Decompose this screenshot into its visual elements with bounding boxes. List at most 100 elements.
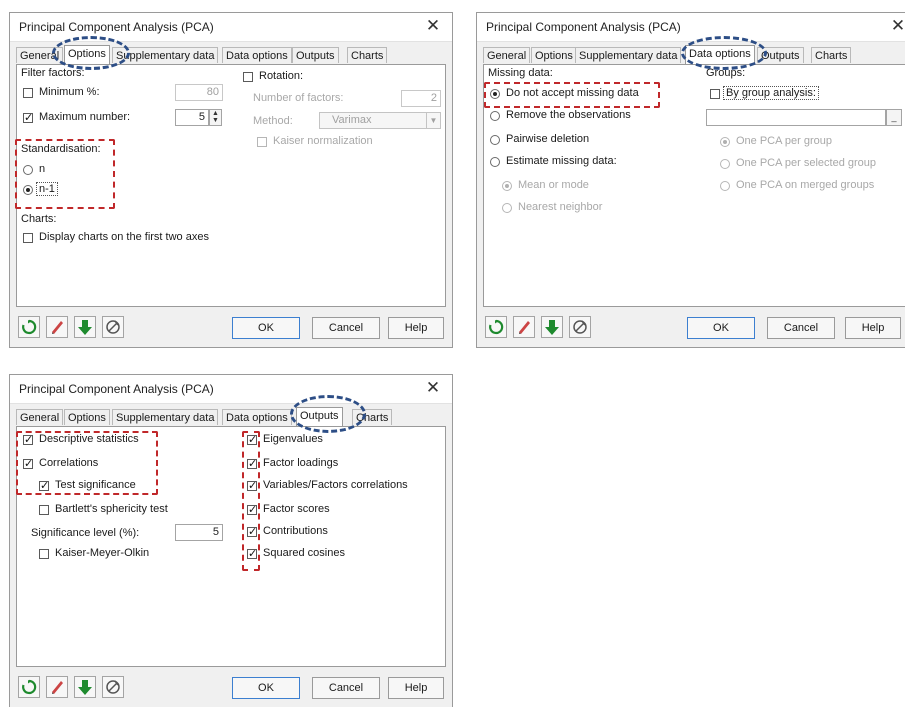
options-panel: Filter factors: Minimum %: 80 ✓ Maximum … (16, 65, 446, 307)
tab-options[interactable]: Options (64, 409, 110, 425)
one-pca-per-group-radio[interactable] (720, 137, 730, 147)
nearest-neighbor-label: Nearest neighbor (518, 201, 603, 213)
rotation-checkbox[interactable] (243, 72, 253, 82)
reset-icon (489, 319, 504, 335)
reset-button[interactable] (18, 316, 40, 338)
bartlett-checkbox[interactable] (39, 505, 49, 515)
dialog-footer: OK Cancel Help (483, 314, 905, 342)
eraser-button[interactable] (513, 316, 535, 338)
pairwise-deletion-radio[interactable] (490, 135, 500, 145)
std-n1-radio[interactable] (23, 185, 33, 195)
std-n-label: n (39, 163, 46, 175)
variables-factors-checkbox[interactable]: ✓ (247, 481, 257, 492)
one-pca-per-group-label: One PCA per group (736, 135, 833, 147)
one-pca-merged-radio[interactable] (720, 181, 730, 191)
estimate-missing-radio[interactable] (490, 157, 500, 167)
charts-label: Charts: (21, 213, 57, 225)
close-icon[interactable]: ✕ (424, 16, 442, 36)
maximum-number-checkbox[interactable]: ✓ (23, 113, 33, 124)
ok-button[interactable]: OK (232, 317, 300, 339)
tab-supplementary-data[interactable]: Supplementary data (112, 409, 219, 425)
cancel-selection-button[interactable] (102, 316, 124, 338)
contributions-label: Contributions (263, 525, 328, 537)
contributions-checkbox[interactable]: ✓ (247, 527, 257, 538)
tab-outputs[interactable]: Outputs (296, 407, 343, 426)
correlations-checkbox[interactable]: ✓ (23, 459, 33, 470)
tab-supplementary-data[interactable]: Supplementary data (575, 47, 682, 63)
number-of-factors-input[interactable]: 2 (401, 90, 441, 107)
download-icon (78, 320, 92, 335)
eigenvalues-checkbox[interactable]: ✓ (247, 435, 257, 446)
kaiser-normalization-checkbox[interactable] (257, 137, 267, 147)
ok-button[interactable]: OK (687, 317, 755, 339)
factor-scores-checkbox[interactable]: ✓ (247, 505, 257, 516)
significance-level-input[interactable]: 5 (175, 524, 223, 541)
download-button[interactable] (74, 316, 96, 338)
pairwise-deletion-label: Pairwise deletion (506, 133, 590, 145)
nearest-neighbor-radio[interactable] (502, 203, 512, 213)
by-group-checkbox[interactable] (710, 89, 720, 99)
ok-button[interactable]: OK (232, 677, 300, 699)
cancel-button[interactable]: Cancel (312, 317, 380, 339)
tab-options[interactable]: Options (64, 45, 110, 64)
tab-supplementary-data[interactable]: Supplementary data (112, 47, 219, 63)
tab-charts[interactable]: Charts (811, 47, 852, 63)
tab-data-options[interactable]: Data options (685, 45, 755, 64)
close-icon[interactable]: ✕ (424, 378, 442, 398)
tab-options[interactable]: Options (531, 47, 577, 63)
tab-general[interactable]: General (16, 409, 64, 425)
std-n-radio[interactable] (23, 165, 33, 175)
download-button[interactable] (74, 676, 96, 698)
descriptive-statistics-checkbox[interactable]: ✓ (23, 435, 33, 446)
method-select[interactable]: Varimax ▼ (319, 112, 441, 129)
remove-observations-radio[interactable] (490, 111, 500, 121)
test-significance-checkbox[interactable]: ✓ (39, 481, 49, 492)
title-bar: Principal Component Analysis (PCA) ✕ (477, 13, 905, 42)
reset-button[interactable] (18, 676, 40, 698)
kmo-checkbox[interactable] (39, 549, 49, 559)
tab-outputs[interactable]: Outputs (292, 47, 339, 63)
tab-charts[interactable]: Charts (352, 409, 393, 425)
close-icon[interactable]: ✕ (889, 16, 905, 36)
cancel-button[interactable]: Cancel (312, 677, 380, 699)
filter-factors-label: Filter factors: (21, 67, 85, 79)
range-select-button[interactable]: _ (886, 109, 902, 126)
groups-range-input[interactable] (706, 109, 886, 126)
download-button[interactable] (541, 316, 563, 338)
squared-cosines-checkbox[interactable]: ✓ (247, 549, 257, 560)
factor-loadings-checkbox[interactable]: ✓ (247, 459, 257, 470)
download-icon (78, 680, 92, 695)
cancel-selection-button[interactable] (569, 316, 591, 338)
eraser-button[interactable] (46, 676, 68, 698)
help-button[interactable]: Help (388, 677, 444, 699)
cancel-button[interactable]: Cancel (767, 317, 835, 339)
do-not-accept-radio[interactable] (490, 89, 500, 99)
one-pca-per-selected-group-radio[interactable] (720, 159, 730, 169)
reset-button[interactable] (485, 316, 507, 338)
mean-or-mode-label: Mean or mode (518, 179, 589, 191)
eraser-button[interactable] (46, 316, 68, 338)
method-value: Varimax (332, 114, 372, 126)
tab-charts[interactable]: Charts (347, 47, 388, 63)
cancel-selection-button[interactable] (102, 676, 124, 698)
maximum-number-spinner[interactable]: ▲ ▼ (209, 109, 222, 126)
mean-or-mode-radio[interactable] (502, 181, 512, 191)
minimum-pct-checkbox[interactable] (23, 88, 33, 98)
display-charts-checkbox[interactable] (23, 233, 33, 243)
minimum-pct-label: Minimum %: (39, 86, 100, 98)
tab-general[interactable]: General (16, 47, 64, 63)
help-button[interactable]: Help (388, 317, 444, 339)
help-button[interactable]: Help (845, 317, 901, 339)
tab-data-options[interactable]: Data options (222, 47, 292, 63)
tab-data-options[interactable]: Data options (222, 409, 292, 425)
data-options-panel: Missing data: Do not accept missing data… (483, 65, 905, 307)
eraser-icon (52, 321, 63, 334)
download-icon (545, 320, 559, 335)
dialog-footer: OK Cancel Help (16, 314, 446, 342)
tab-outputs[interactable]: Outputs (757, 47, 804, 63)
tab-strip: General Options Supplementary data Data … (16, 407, 446, 427)
minimum-pct-input[interactable]: 80 (175, 84, 223, 101)
maximum-number-input[interactable]: 5 (175, 109, 209, 126)
tab-general[interactable]: General (483, 47, 531, 63)
estimate-missing-label: Estimate missing data: (506, 155, 617, 167)
